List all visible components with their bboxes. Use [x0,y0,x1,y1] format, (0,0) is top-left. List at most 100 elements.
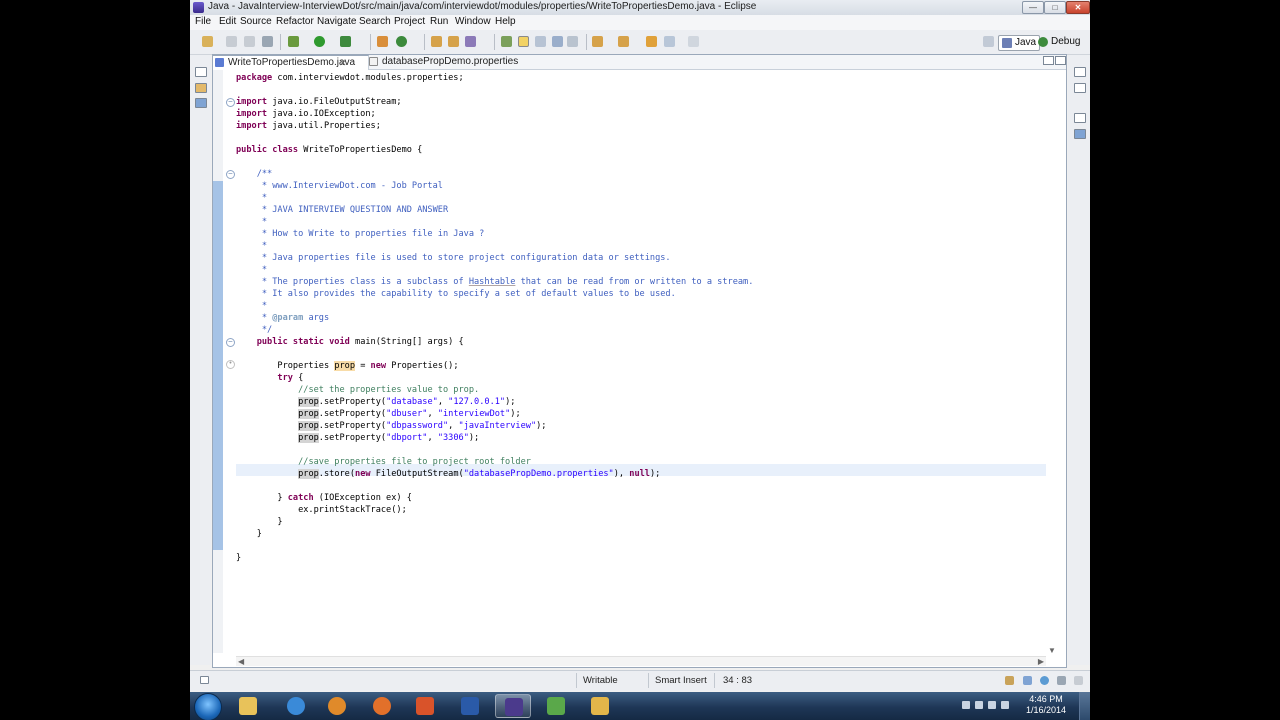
run-icon[interactable] [314,36,325,47]
eclipse-taskbar-icon [505,698,523,716]
next-annotation-icon[interactable] [592,36,603,47]
menu-search[interactable]: Search [359,16,391,27]
debug-icon[interactable] [288,36,299,47]
package-explorer-icon[interactable] [195,83,207,93]
taskbar-media-player[interactable] [319,694,355,718]
menu-project[interactable]: Project [394,16,425,27]
menu-refactor[interactable]: Refactor [276,16,314,27]
code-line: * [236,193,268,203]
forward-icon[interactable] [688,36,699,47]
taskbar-office[interactable] [407,694,443,718]
open-task-icon[interactable] [448,36,459,47]
back-icon[interactable] [664,36,675,47]
tab-writetopropertiesdemo[interactable]: WriteToPropertiesDemo.java ✕ [213,55,369,70]
menu-source[interactable]: Source [240,16,272,27]
code-editor[interactable]: package com.interviewdot.modules.propert… [236,72,1066,657]
scroll-left-icon[interactable]: ◀ [238,657,244,666]
close-tab-icon[interactable]: ✕ [339,56,347,70]
taskbar-notepad[interactable] [538,694,574,718]
code-line: prop.setProperty("dbpassword", "javaInte… [298,421,547,431]
occurrence-marker-icon: • [226,360,235,369]
status-writable: Writable [583,675,618,686]
code-line: try { [277,373,304,383]
taskbar-explorer[interactable] [230,694,266,718]
menu-navigate[interactable]: Navigate [317,16,356,27]
show-whitespace-icon[interactable] [567,36,578,47]
block-select-icon[interactable] [552,36,563,47]
menu-help[interactable]: Help [495,16,516,27]
taskbar-firefox[interactable] [364,694,400,718]
code-line: public class WriteToPropertiesDemo { [236,145,423,155]
menu-run[interactable]: Run [430,16,448,27]
start-button[interactable] [194,693,222,720]
scroll-down-icon[interactable]: ▼ [1048,646,1056,655]
scroll-right-icon[interactable]: ▶ [1038,657,1044,666]
code-line: * [236,265,268,275]
menu-edit[interactable]: Edit [219,16,236,27]
new-wizard-icon[interactable] [202,36,213,47]
highlight-icon[interactable] [518,36,529,47]
restore-view-icon[interactable] [195,67,207,77]
code-line: * It also provides the capability to spe… [236,289,676,299]
word-wrap-icon[interactable] [535,36,546,47]
show-desktop-button[interactable] [1079,692,1090,720]
maximize-button[interactable]: □ [1044,1,1066,14]
vertical-scrollbar[interactable]: ▼ [1048,70,1057,655]
menu-window[interactable]: Window [455,16,491,27]
previous-annotation-icon[interactable] [618,36,629,47]
status-tool-icon[interactable] [1040,676,1049,685]
volume-icon[interactable] [988,701,996,709]
open-perspective-icon[interactable] [983,36,994,47]
external-tools-icon[interactable] [340,36,351,47]
quick-diff-bar [213,181,223,550]
fold-javadoc-icon[interactable]: – [226,170,235,179]
eclipse-window: Java - JavaInterview-InterviewDot/src/ma… [190,0,1090,720]
taskbar-paint[interactable] [582,694,618,718]
main-toolbar [190,30,1090,55]
last-edit-location-icon[interactable] [646,36,657,47]
tab-databasepropdemo[interactable]: databasePropDemo.properties [367,55,522,69]
minimize-button[interactable]: — [1022,1,1044,14]
restore-view-right-icon[interactable] [1074,67,1086,77]
maximize-editor-icon[interactable] [1055,56,1066,65]
fold-method-icon[interactable]: – [226,338,235,347]
new-java-project-icon[interactable] [377,36,388,47]
search-icon[interactable] [465,36,476,47]
clock[interactable]: 4:46 PM 1/16/2014 [1016,694,1076,716]
status-tool-icon[interactable] [1074,676,1083,685]
status-tool-icon[interactable] [1023,676,1032,685]
print-icon[interactable] [262,36,273,47]
taskbar-save-app[interactable] [452,694,488,718]
flag-icon[interactable] [1001,701,1009,709]
outline-icon[interactable] [1074,129,1086,139]
hierarchy-icon[interactable] [195,98,207,108]
task-list-icon[interactable] [1074,83,1086,93]
office-icon [416,697,434,715]
java-perspective-icon [1002,38,1012,48]
new-java-class-icon[interactable] [396,36,407,47]
perspective-java[interactable]: Java [998,35,1041,51]
minimize-editor-icon[interactable] [1043,56,1054,65]
restore-outline-icon[interactable] [1074,113,1086,123]
toggle-mark-occurrences-icon[interactable] [501,36,512,47]
code-line: * [236,301,268,311]
save-all-icon[interactable] [244,36,255,47]
close-window-button[interactable]: ✕ [1066,1,1090,14]
tray-arrow-icon[interactable] [962,701,970,709]
horizontal-scrollbar[interactable]: ◀ ▶ [236,656,1046,666]
code-line: prop.setProperty("dbport", "3306"); [298,433,480,443]
perspective-debug[interactable]: Debug [1038,36,1080,48]
open-type-icon[interactable] [431,36,442,47]
taskbar-internet-explorer[interactable] [278,694,314,718]
save-icon[interactable] [226,36,237,47]
fold-imports-icon[interactable]: – [226,98,235,107]
clock-date: 1/16/2014 [1025,705,1067,715]
status-tool-icon[interactable] [1057,676,1066,685]
network-icon[interactable] [975,701,983,709]
status-tool-icon[interactable] [1005,676,1014,685]
code-line: * @param args [236,313,330,323]
toolbar-separator [494,34,495,50]
menu-file[interactable]: File [195,16,211,27]
fast-view-icon[interactable] [200,676,209,684]
taskbar-eclipse[interactable] [495,694,531,718]
